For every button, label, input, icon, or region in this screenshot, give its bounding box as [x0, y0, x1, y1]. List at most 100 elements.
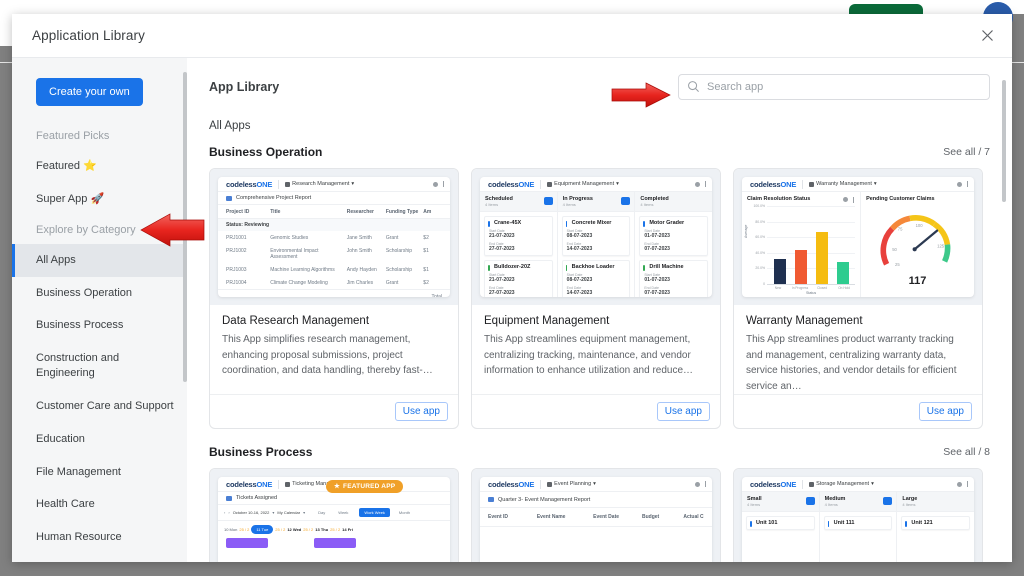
- sidebar-item-label: Health Care: [36, 498, 95, 511]
- rocket-icon: 🚀: [90, 192, 105, 205]
- sidebar-item-label: Human Resource: [36, 531, 122, 544]
- calendar-icon: [547, 481, 553, 487]
- sidebar-item-label: Construction and Engineering: [36, 352, 120, 380]
- sidebar-item-featured[interactable]: Featured ⭐: [12, 150, 187, 183]
- use-app-button[interactable]: Use app: [656, 402, 710, 421]
- calendar-event[interactable]: [226, 538, 268, 548]
- kanban-column: Completed 4 Items Motor Grader Start Date 0…: [635, 192, 712, 297]
- app-card-data-research-management[interactable]: codelessONE Research Management ▾ Compre…: [209, 168, 459, 429]
- modal-header: Application Library: [12, 14, 1012, 58]
- gear-icon: [956, 181, 962, 187]
- background-left-strip: [0, 0, 12, 46]
- view-month[interactable]: Month: [399, 510, 410, 515]
- day-label: 14 Fri: [342, 527, 353, 532]
- close-icon[interactable]: [976, 25, 998, 47]
- main-content: App Library All Apps Business Operation …: [187, 58, 1012, 562]
- sidebar-item-construction-and-engineering[interactable]: Construction and Engineering: [12, 342, 187, 390]
- gear-icon[interactable]: [842, 197, 848, 202]
- chart-x-label: Status: [805, 291, 817, 295]
- add-card-button[interactable]: [621, 197, 631, 205]
- sidebar-item-label: Featured: [36, 160, 81, 172]
- wrench-icon: [547, 181, 553, 187]
- main-header: App Library: [209, 74, 990, 100]
- app-card-title: Warranty Management: [746, 315, 863, 327]
- app-card-description: This App simplifies research management,…: [222, 334, 433, 376]
- kanban-card: Bulldozer-20Z Start Date 21-07-2023 End Dat…: [484, 260, 553, 297]
- sidebar-item-super-app[interactable]: Super App 🚀: [12, 183, 187, 216]
- preview-kanban-board: Scheduled 4 Items Crane-45X Start Date 21-0…: [480, 192, 712, 297]
- sidebar-item-all-apps[interactable]: All Apps: [12, 243, 187, 277]
- app-card-event-planning[interactable]: codelessONE Event Planning ▾ Quarter 3- …: [471, 468, 721, 562]
- next-icon[interactable]: ›: [228, 510, 229, 515]
- menu-icon: [966, 481, 968, 487]
- app-preview-thumbnail: codelessONE Warranty Management ▾ Claim …: [734, 169, 982, 305]
- card-row-business-process: codelessONE Ticketing Management ★ FEATU…: [209, 468, 990, 562]
- search-input[interactable]: [678, 74, 990, 100]
- sidebar-item-business-operation[interactable]: Business Operation: [12, 277, 187, 310]
- card-row-business-operation: codelessONE Research Management ▾ Compre…: [209, 168, 990, 429]
- sidebar-item-customer-care-and-support[interactable]: Customer Care and Support: [12, 390, 187, 423]
- app-card-description: This App streamlines product warranty tr…: [746, 334, 957, 392]
- day-label: 12 Wed: [287, 527, 302, 532]
- preview-app-name: Research Management: [292, 181, 350, 187]
- app-card-ticketing-management[interactable]: codelessONE Ticketing Management ★ FEATU…: [209, 468, 459, 562]
- kanban-card: Unit 101: [746, 516, 815, 530]
- see-all-link[interactable]: See all / 8: [943, 446, 990, 459]
- section-title: Business Operation: [209, 145, 323, 159]
- see-all-link[interactable]: See all / 7: [943, 146, 990, 159]
- app-preview-thumbnail: codelessONE Research Management ▾ Compre…: [210, 169, 458, 305]
- star-icon: ★: [334, 483, 341, 490]
- app-card-title: Equipment Management: [484, 315, 610, 327]
- add-card-button[interactable]: [543, 197, 553, 205]
- view-day[interactable]: Day: [318, 510, 325, 515]
- view-work-week[interactable]: Work Week: [359, 508, 390, 517]
- kanban-column: In Progress 4 Items Concrete Mixer Start D…: [557, 192, 636, 297]
- app-card-storage-management[interactable]: codelessONE Storage Management ▾ Small 4 …: [733, 468, 983, 562]
- sidebar: Create your own Featured Picks Featured …: [12, 58, 187, 562]
- day-label: 10 Mon: [224, 527, 238, 532]
- sidebar-item-it[interactable]: IT: [12, 554, 187, 562]
- preview-app-name: Equipment Management: [554, 181, 615, 187]
- app-card-warranty-management[interactable]: codelessONE Warranty Management ▾ Claim …: [733, 168, 983, 429]
- use-app-button[interactable]: Use app: [394, 402, 448, 421]
- day-label-selected[interactable]: 11 Tue: [251, 525, 274, 534]
- arrow-pointing-to-search-app: [611, 82, 671, 108]
- calendar-toolbar: ‹ › October 10-16, 2022 ▾ My Calendar ▾ Day…: [218, 505, 450, 521]
- prev-icon[interactable]: ‹: [224, 510, 225, 515]
- add-card-button[interactable]: [883, 497, 893, 505]
- chart-title: Claim Resolution Status: [747, 196, 811, 202]
- ticket-icon: [285, 481, 291, 487]
- bar-chart-panel: Claim Resolution Status Average 100.0% 8…: [742, 192, 862, 297]
- delete-icon[interactable]: [852, 197, 855, 203]
- app-preview-thumbnail: codelessONE Event Planning ▾ Quarter 3- …: [472, 469, 720, 562]
- svg-text:100: 100: [916, 223, 924, 228]
- sidebar-item-business-process[interactable]: Business Process: [12, 309, 187, 342]
- app-card-footer: Use app: [734, 394, 982, 428]
- gear-icon: [694, 481, 700, 487]
- app-card-text: Warranty Management This App streamlines…: [734, 305, 982, 394]
- sidebar-item-file-management[interactable]: File Management: [12, 456, 187, 489]
- table-row: PRJ1002 Environmental Impact Assessment Jo…: [226, 247, 429, 260]
- create-your-own-button[interactable]: Create your own: [36, 78, 143, 106]
- application-library-modal: Application Library Create your own Feat…: [12, 14, 1012, 562]
- all-apps-label: All Apps: [209, 120, 251, 132]
- calendar-select[interactable]: My Calendar: [277, 510, 300, 515]
- kanban-column: Medium 4 Items Unit 111: [819, 492, 898, 562]
- kanban-card: Crane-45X Start Date 21-07-2023 End Date 27-…: [484, 216, 553, 256]
- sidebar-item-education[interactable]: Education: [12, 423, 187, 456]
- add-card-button[interactable]: [805, 497, 815, 505]
- gear-icon: [694, 181, 700, 187]
- modal-body: Create your own Featured Picks Featured …: [12, 58, 1012, 562]
- sidebar-item-human-resource[interactable]: Human Resource: [12, 521, 187, 554]
- view-week[interactable]: Week: [338, 510, 348, 515]
- kanban-column: Scheduled 4 Items Crane-45X Start Date 21-0…: [480, 192, 558, 297]
- app-card-equipment-management[interactable]: codelessONE Equipment Management ▾ Sched…: [471, 168, 721, 429]
- svg-text:25: 25: [895, 262, 900, 267]
- use-app-button[interactable]: Use app: [918, 402, 972, 421]
- arrow-pointing-to-explore-by-category: [140, 213, 205, 247]
- calendar-event[interactable]: [314, 538, 356, 548]
- sidebar-item-health-care[interactable]: Health Care: [12, 488, 187, 521]
- preview-subtitle: Comprehensive Project Report: [236, 195, 312, 201]
- main-scrollbar[interactable]: [1002, 80, 1006, 202]
- chart-bar-on-hold: [836, 262, 849, 284]
